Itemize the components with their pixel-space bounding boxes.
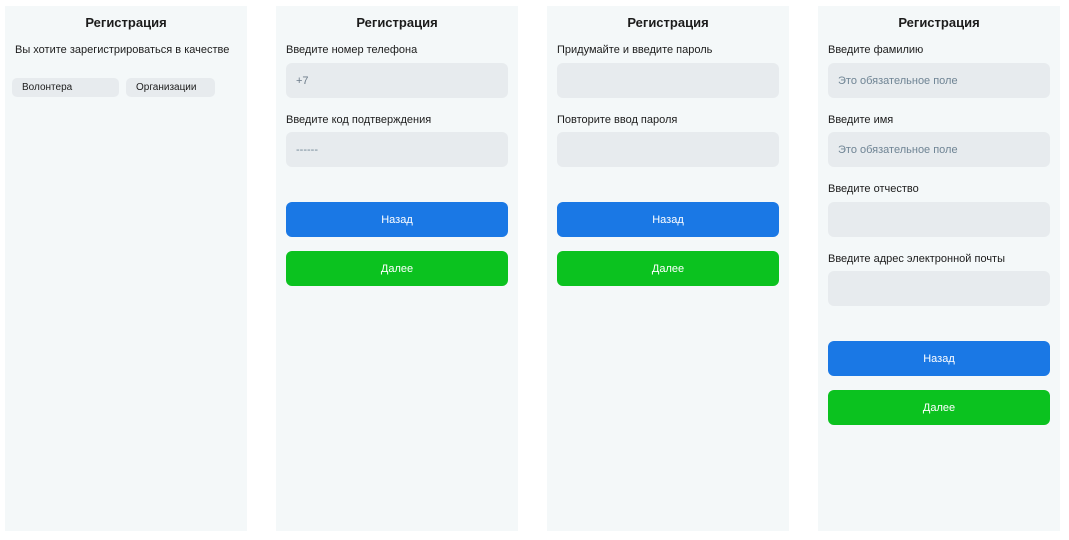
phone-verification-screen: Регистрация Введите номер телефона Введи… <box>276 6 518 531</box>
page-title: Регистрация <box>898 15 980 30</box>
organization-option-button[interactable]: Организации <box>126 78 215 97</box>
surname-label: Введите фамилию <box>828 44 924 56</box>
name-label: Введите имя <box>828 114 894 126</box>
back-button[interactable]: Назад <box>828 341 1050 376</box>
role-selection-screen: Регистрация Вы хотите зарегистрироваться… <box>5 6 247 531</box>
next-button[interactable]: Далее <box>828 390 1050 425</box>
patronymic-input[interactable] <box>828 202 1050 237</box>
surname-input[interactable] <box>828 63 1050 98</box>
page-title: Регистрация <box>356 15 438 30</box>
back-button[interactable]: Назад <box>286 202 508 237</box>
name-input[interactable] <box>828 132 1050 167</box>
back-button[interactable]: Назад <box>557 202 779 237</box>
password-label: Придумайте и введите пароль <box>557 44 713 56</box>
email-label: Введите адрес электронной почты <box>828 253 1006 265</box>
next-button[interactable]: Далее <box>286 251 508 286</box>
password-screen: Регистрация Придумайте и введите пароль … <box>547 6 789 531</box>
personal-data-screen: Регистрация Введите фамилию Введите имя … <box>818 6 1060 531</box>
email-input[interactable] <box>828 271 1050 306</box>
role-question: Вы хотите зарегистрироваться в качестве <box>15 44 230 56</box>
page-title: Регистрация <box>627 15 709 30</box>
volunteer-option-button[interactable]: Волонтера <box>12 78 119 97</box>
phone-input[interactable] <box>286 63 508 98</box>
next-button[interactable]: Далее <box>557 251 779 286</box>
repeat-password-label: Повторите ввод пароля <box>557 114 678 126</box>
password-input[interactable] <box>557 63 779 98</box>
page-title: Регистрация <box>85 15 167 30</box>
code-label: Введите код подтверждения <box>286 114 432 126</box>
code-input[interactable] <box>286 132 508 167</box>
patronymic-label: Введите отчество <box>828 183 919 195</box>
repeat-password-input[interactable] <box>557 132 779 167</box>
phone-label: Введите номер телефона <box>286 44 418 56</box>
